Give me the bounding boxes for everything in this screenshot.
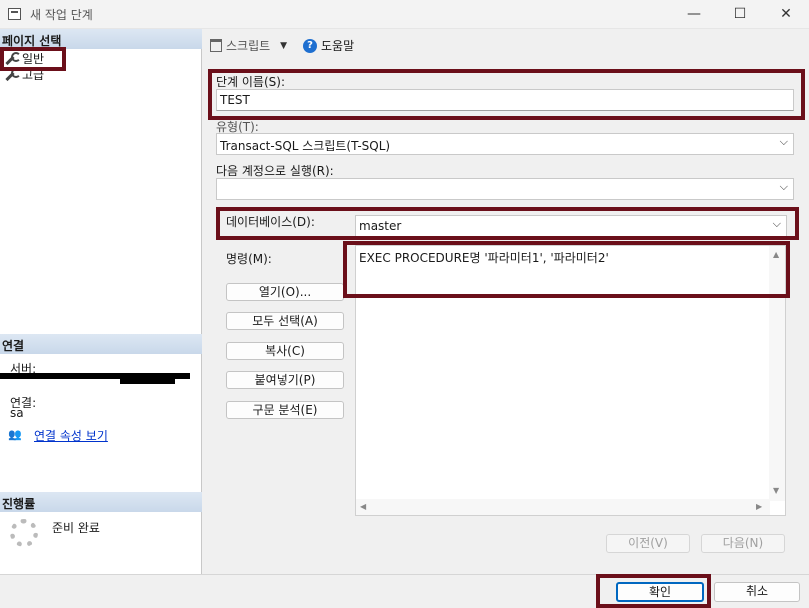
progress-spinner-icon	[10, 519, 38, 547]
script-icon	[210, 39, 222, 52]
help-button[interactable]: ? 도움말	[303, 37, 354, 54]
database-value: master	[359, 219, 402, 233]
select-all-button[interactable]: 모두 선택(A)	[226, 312, 344, 330]
wrench-icon	[4, 67, 21, 81]
left-pane: 페이지 선택 일반 고급 연결 서버: 연결: sa 👥 연결 속성 보기 진행…	[0, 29, 202, 574]
title-bar: 새 작업 단계 — ☐ ✕	[0, 0, 809, 29]
page-item-general[interactable]: 일반	[4, 50, 44, 66]
type-select[interactable]: Transact-SQL 스크립트(T-SQL) ⌵	[216, 133, 794, 155]
database-label: 데이터베이스(D):	[226, 215, 315, 229]
paste-button[interactable]: 붙여넣기(P)	[226, 371, 344, 389]
wrench-icon	[4, 51, 21, 65]
progress-header: 진행률	[0, 492, 202, 512]
progress-status: 준비 완료	[52, 521, 100, 535]
previous-button[interactable]: 이전(V)	[606, 534, 690, 553]
page-item-label: 고급	[22, 67, 45, 82]
people-icon: 👥	[8, 428, 22, 441]
copy-button[interactable]: 복사(C)	[226, 342, 344, 360]
horizontal-scrollbar[interactable]: ◀ ▶	[356, 499, 770, 515]
help-label: 도움말	[321, 39, 355, 53]
chevron-down-icon: ⌵	[779, 180, 788, 193]
connection-value: sa	[10, 406, 24, 420]
redacted-server-name-2	[120, 379, 175, 384]
scroll-up-icon[interactable]: ▲	[773, 250, 779, 259]
window-title: 새 작업 단계	[30, 8, 93, 22]
command-label: 명령(M):	[226, 252, 272, 266]
maximize-button[interactable]: ☐	[717, 0, 763, 29]
run-as-label: 다음 계정으로 실행(R):	[216, 164, 334, 178]
next-button[interactable]: 다음(N)	[701, 534, 785, 553]
chevron-down-icon: ⌵	[779, 135, 788, 148]
close-button[interactable]: ✕	[763, 0, 809, 29]
scroll-down-icon[interactable]: ▼	[773, 486, 779, 495]
page-item-label: 일반	[22, 51, 45, 66]
type-value: Transact-SQL 스크립트(T-SQL)	[220, 139, 391, 153]
step-name-input[interactable]: TEST	[216, 89, 794, 111]
ok-button[interactable]: 확인	[616, 582, 704, 602]
help-icon: ?	[303, 38, 317, 53]
window-icon	[8, 8, 21, 20]
command-text: EXEC PROCEDURE명 '파라미터1', '파라미터2'	[359, 251, 609, 265]
page-select-header: 페이지 선택	[0, 29, 202, 49]
chevron-down-icon: ▼	[280, 40, 288, 51]
chevron-down-icon: ⌵	[772, 217, 781, 230]
view-connection-properties-link[interactable]: 연결 속성 보기	[34, 427, 108, 444]
script-button[interactable]: 스크립트 ▼	[210, 37, 287, 54]
command-textarea[interactable]: EXEC PROCEDURE명 '파라미터1', '파라미터2' ▲ ▼ ◀ ▶	[355, 245, 786, 516]
page-item-advanced[interactable]: 고급	[4, 66, 44, 82]
run-as-select[interactable]: ⌵	[216, 178, 794, 200]
scroll-left-icon[interactable]: ◀	[360, 502, 366, 511]
script-label: 스크립트	[226, 39, 271, 53]
cancel-button[interactable]: 취소	[714, 582, 800, 602]
parse-button[interactable]: 구문 분석(E)	[226, 401, 344, 419]
open-button[interactable]: 열기(O)...	[226, 283, 344, 301]
database-select[interactable]: master ⌵	[355, 215, 787, 237]
scroll-right-icon[interactable]: ▶	[756, 502, 762, 511]
vertical-scrollbar[interactable]: ▲ ▼	[769, 246, 785, 501]
step-name-label: 단계 이름(S):	[216, 75, 285, 89]
minimize-button[interactable]: —	[671, 0, 717, 29]
connection-header: 연결	[0, 334, 202, 354]
